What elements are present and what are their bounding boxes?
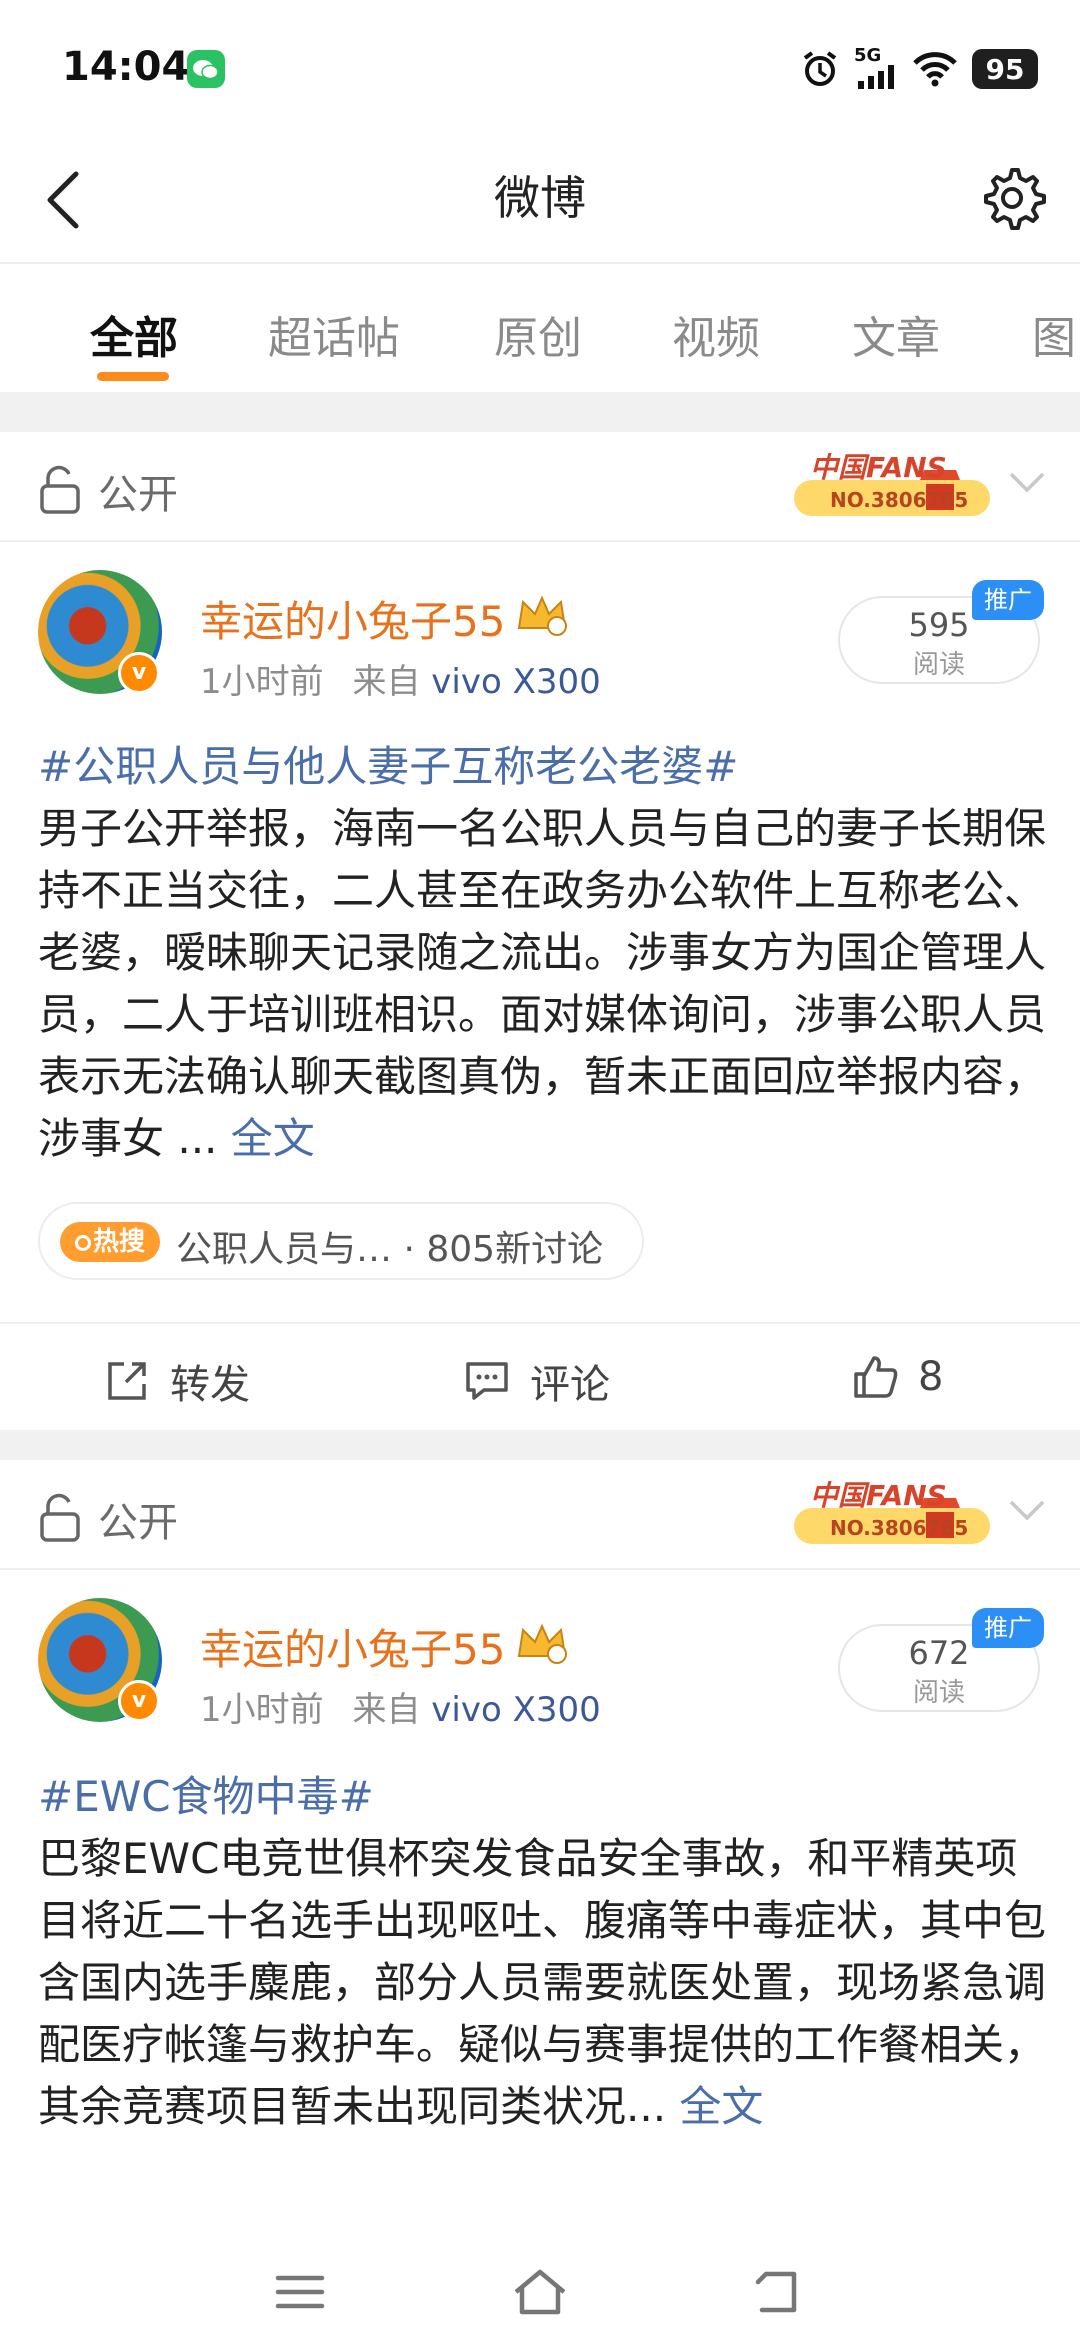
crown-icon [517, 595, 567, 636]
china-fans-badge: 中国FANS NO.3806765 [780, 1468, 1004, 1552]
hot-discussion-count: · 805新讨论 [403, 1229, 604, 1270]
signal-icon: 5G [854, 45, 898, 89]
search-icon [74, 1235, 91, 1251]
page-title: 微博 [494, 171, 586, 225]
fans-badge-title: 中国FANS [810, 451, 947, 484]
unlock-icon [40, 465, 80, 514]
like-count: 8 [918, 1354, 944, 1400]
wifi-icon [913, 52, 957, 87]
post-author-row: v 幸运的小兔子55 1小时前 来自 vivo X300 672 阅读 推广 [0, 1570, 1080, 1740]
promote-tag[interactable]: 推广 [972, 580, 1044, 620]
post-author-row: v 幸运的小兔子55 1小时前 来自 vivo X300 595 阅读 推广 [0, 542, 1080, 712]
post-time: 1小时前 [200, 662, 324, 702]
status-time: 14:04 [62, 44, 190, 90]
section-divider [0, 1430, 1080, 1460]
repost-button[interactable]: 转发 [102, 1352, 250, 1410]
verified-badge-icon: v [118, 1680, 160, 1722]
repost-icon [108, 1362, 146, 1400]
post-visibility-bar: 公开 中国FANS NO.3806765 [0, 1460, 1080, 1570]
source-prefix: 来自 [352, 662, 421, 702]
author-name[interactable]: 幸运的小兔子55 [200, 1616, 505, 1677]
device-link[interactable]: vivo X300 [431, 1690, 601, 1730]
fans-badge-title: 中国FANS [810, 1479, 947, 1512]
section-divider [0, 392, 1080, 432]
unlock-icon [40, 1493, 80, 1542]
menu-icon[interactable] [268, 2260, 332, 2324]
hot-search-pill[interactable]: 热搜 公职人员与… · 805新讨论 [38, 1202, 644, 1280]
source-prefix: 来自 [352, 1690, 421, 1730]
post-time: 1小时前 [200, 1690, 324, 1730]
system-navigation-bar [0, 2240, 1080, 2344]
repost-label: 转发 [170, 1362, 250, 1408]
fans-badge-number: NO.3806765 [830, 488, 969, 512]
hashtag-link[interactable]: #公职人员与他人妻子互称老公老婆# [38, 742, 738, 791]
comment-button[interactable]: 评论 [462, 1352, 610, 1410]
comment-label: 评论 [530, 1362, 610, 1408]
hashtag-link[interactable]: #EWC食物中毒# [38, 1772, 374, 1821]
tab-original[interactable]: 原创 [494, 302, 582, 366]
tab-article[interactable]: 文章 [852, 302, 940, 366]
read-label: 阅读 [912, 650, 965, 680]
read-label: 阅读 [912, 1678, 965, 1708]
tab-super-topic[interactable]: 超话帖 [268, 302, 400, 366]
wechat-notification-icon [187, 50, 225, 88]
fans-badge-number: NO.3806765 [830, 1516, 969, 1540]
chevron-down-icon[interactable] [1005, 462, 1049, 502]
active-tab-indicator [97, 372, 169, 381]
tab-all[interactable]: 全部 [90, 302, 178, 366]
author-name[interactable]: 幸运的小兔子55 [200, 588, 505, 649]
visibility-label: 公开 [98, 472, 178, 518]
filter-tabs: 全部 超话帖 原创 视频 文章 图 [0, 262, 1080, 392]
nav-bar: 微博 [0, 140, 1080, 260]
china-fans-badge: 中国FANS NO.3806765 [780, 440, 1004, 524]
promote-tag[interactable]: 推广 [972, 1608, 1044, 1648]
hot-topic-text: 公职人员与… · 805新讨论 [176, 1220, 603, 1272]
crown-icon [517, 1623, 567, 1664]
tab-video[interactable]: 视频 [672, 302, 760, 366]
visibility-label: 公开 [98, 1500, 178, 1546]
back-nav-icon[interactable] [748, 2260, 812, 2324]
hot-badge-label: 热搜 [92, 1227, 145, 1257]
post-action-bar: 转发 评论 8 [0, 1322, 1080, 1430]
status-icons: 5G 95 [800, 44, 1038, 94]
settings-gear-icon[interactable] [972, 158, 1052, 238]
post-body: #公职人员与他人妻子互称老公老婆# 男子公开举报，海南一名公职人员与自己的妻子长… [38, 736, 1048, 1170]
thumbs-up-icon [854, 1356, 898, 1398]
battery-indicator: 95 [972, 49, 1038, 89]
like-button[interactable]: 8 [850, 1352, 943, 1402]
chevron-down-icon[interactable] [1005, 1490, 1049, 1530]
device-link[interactable]: vivo X300 [431, 662, 601, 702]
post-visibility-bar: 公开 中国FANS NO.3806765 [0, 432, 1080, 542]
post-body: #EWC食物中毒# 巴黎EWC电竞世俱杯突发食品安全事故，和平精英项目将近二十名… [38, 1766, 1048, 2138]
status-bar: 14:04 5G 95 [0, 0, 1080, 140]
hot-topic: 公职人员与… [176, 1229, 393, 1270]
hot-search-badge: 热搜 [60, 1222, 160, 1262]
tab-image[interactable]: 图 [1032, 302, 1076, 366]
full-text-link[interactable]: 全文 [231, 1114, 315, 1163]
network-type: 5G [854, 45, 882, 66]
post-content: 巴黎EWC电竞世俱杯突发食品安全事故，和平精英项目将近二十名选手出现呕吐、腹痛等… [38, 1834, 1047, 2131]
post-meta: 1小时前 来自 vivo X300 [200, 1682, 601, 1731]
verified-badge-icon: v [118, 652, 160, 694]
post-meta: 1小时前 来自 vivo X300 [200, 654, 601, 703]
alarm-icon [803, 51, 837, 86]
full-text-link[interactable]: 全文 [679, 2082, 763, 2131]
post-content: 男子公开举报，海南一名公职人员与自己的妻子长期保持不正当交往，二人甚至在政务办公… [38, 804, 1047, 1163]
comment-icon [466, 1362, 508, 1400]
home-icon[interactable] [508, 2260, 572, 2324]
